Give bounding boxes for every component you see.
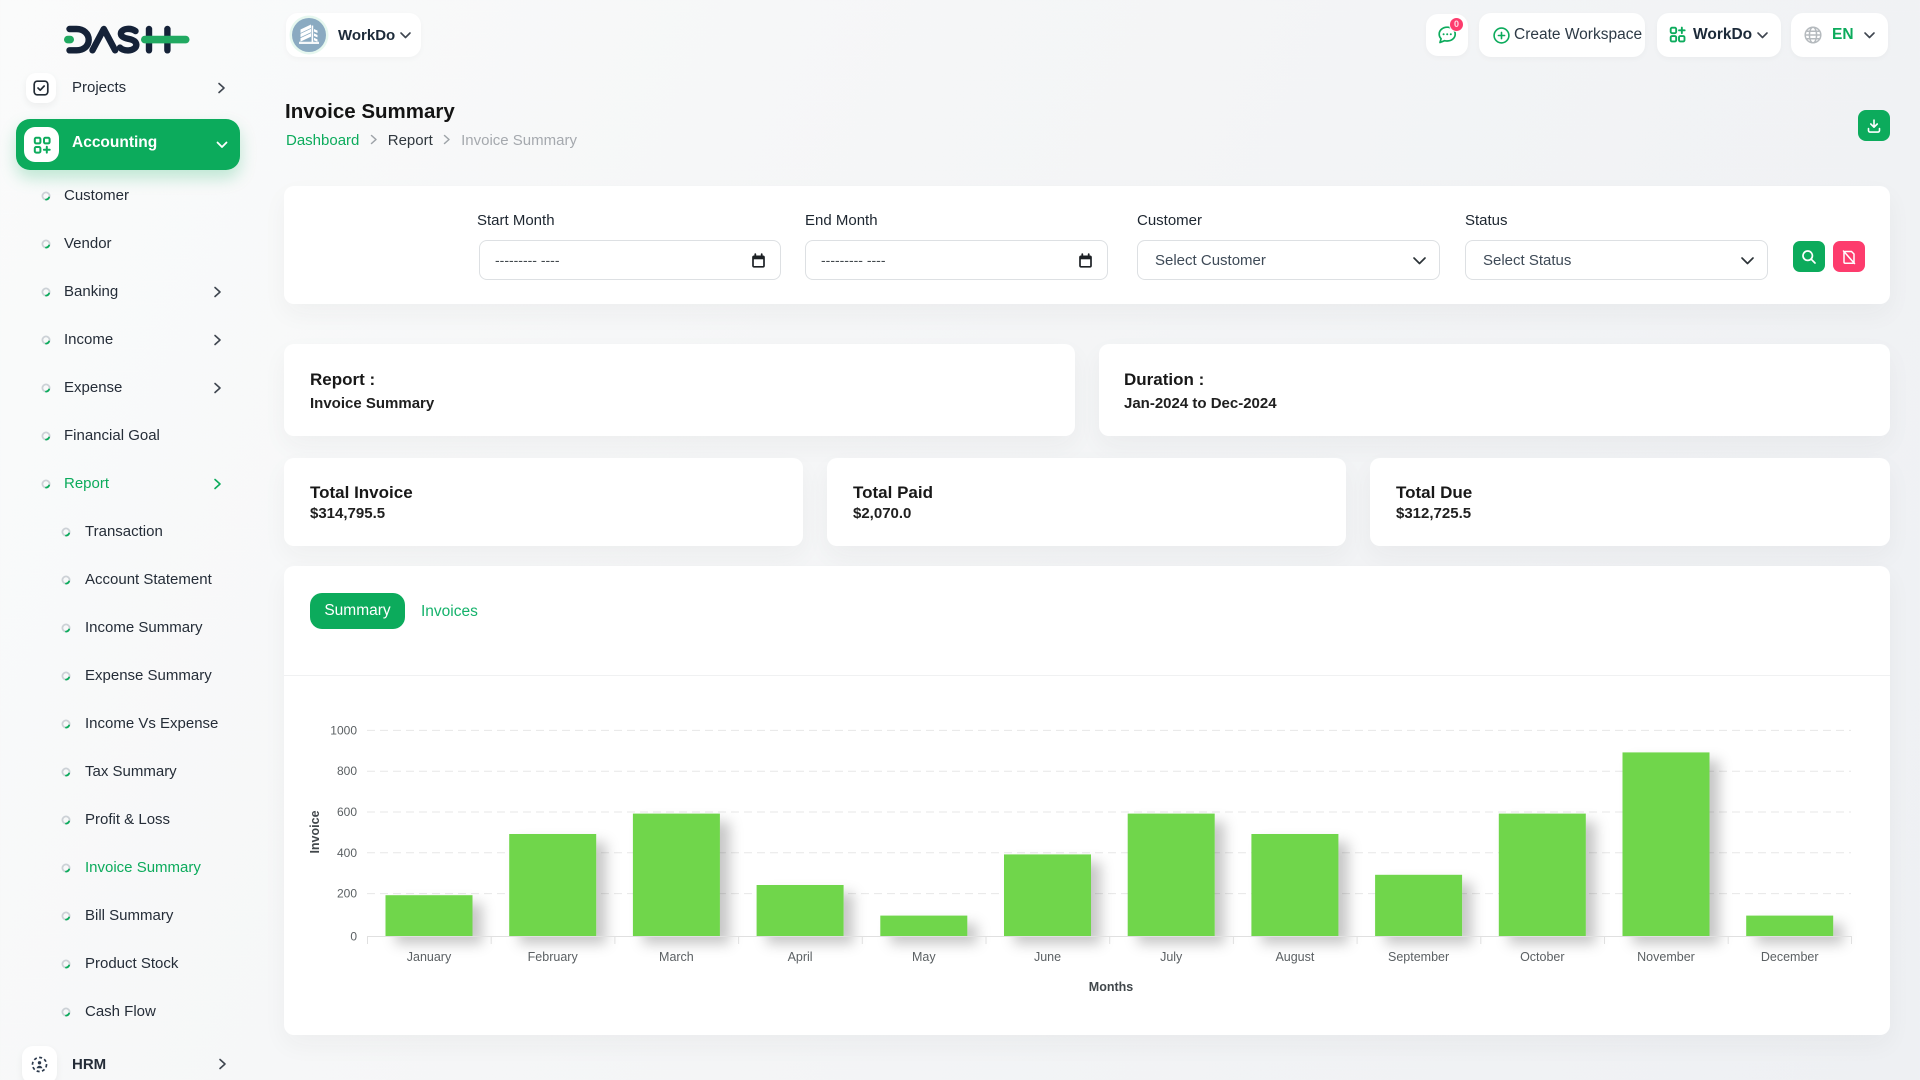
svg-text:200: 200 — [337, 887, 357, 901]
svg-text:600: 600 — [337, 805, 357, 819]
svg-text:January: January — [407, 950, 452, 964]
svg-text:Invoice: Invoice — [308, 810, 322, 853]
svg-text:December: December — [1761, 950, 1819, 964]
svg-text:0: 0 — [350, 929, 357, 943]
svg-text:September: September — [1388, 950, 1449, 964]
svg-text:Months: Months — [1089, 980, 1133, 994]
svg-text:February: February — [528, 950, 579, 964]
svg-text:November: November — [1637, 950, 1695, 964]
svg-text:April: April — [788, 950, 813, 964]
svg-text:March: March — [659, 950, 694, 964]
svg-text:May: May — [912, 950, 936, 964]
svg-text:August: August — [1275, 950, 1314, 964]
svg-text:July: July — [1160, 950, 1183, 964]
svg-text:800: 800 — [337, 764, 357, 778]
svg-text:October: October — [1520, 950, 1564, 964]
svg-text:June: June — [1034, 950, 1061, 964]
svg-text:1000: 1000 — [330, 723, 357, 737]
svg-text:400: 400 — [337, 846, 357, 860]
